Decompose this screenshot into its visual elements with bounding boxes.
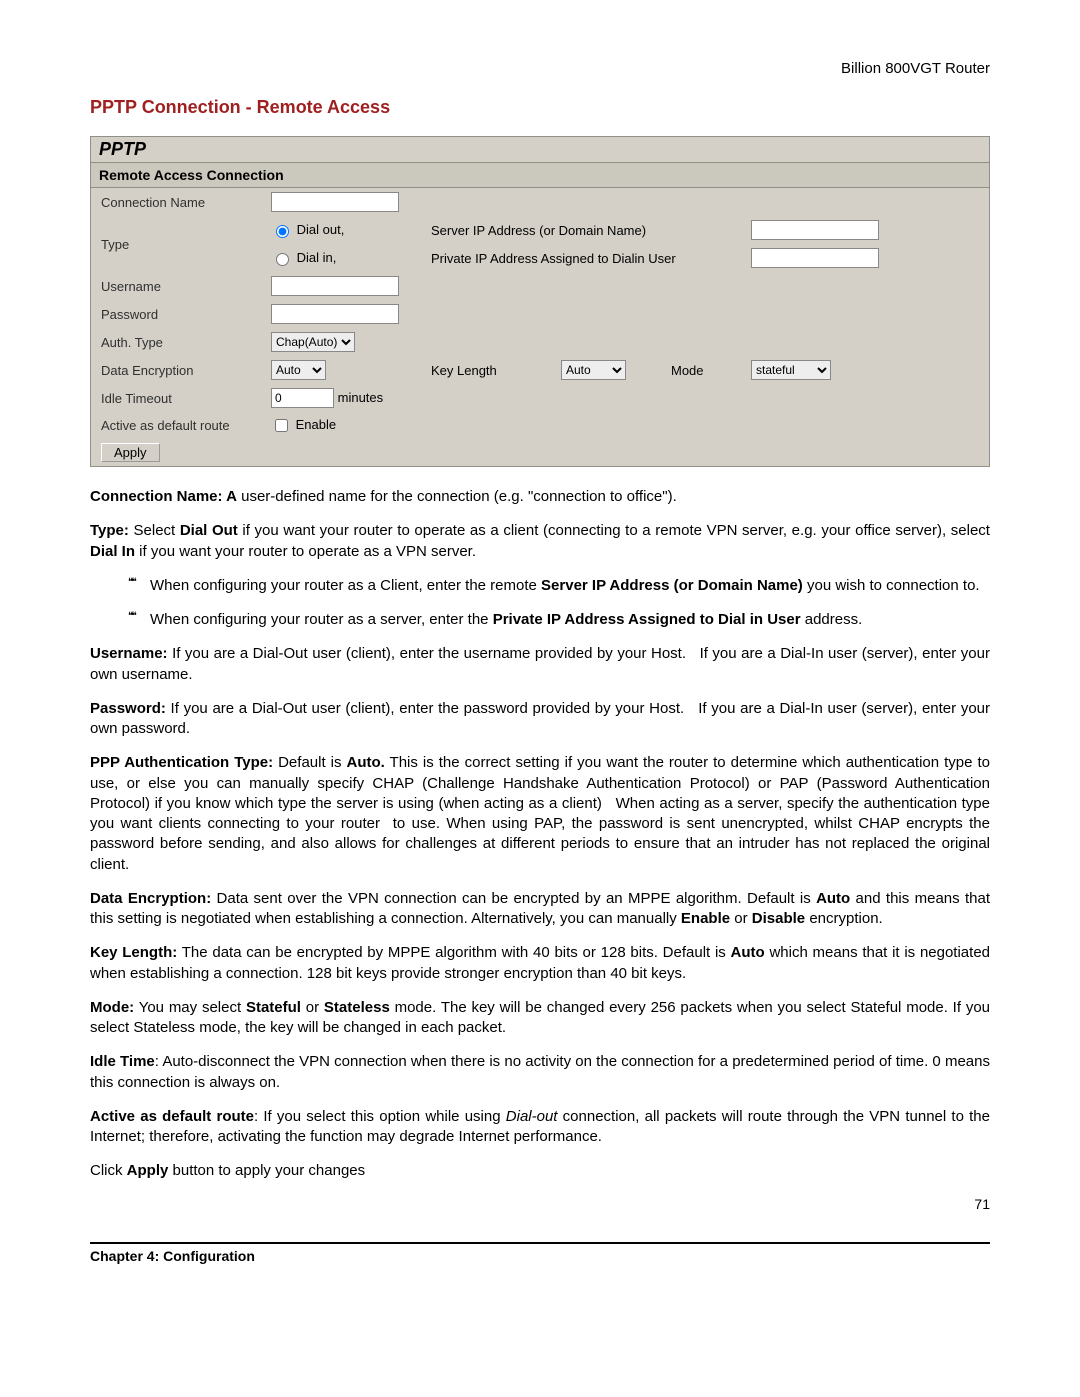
label-authtype: Auth. Type xyxy=(91,328,261,356)
label-type: Type xyxy=(91,216,261,272)
dial-out-radio[interactable] xyxy=(276,225,289,238)
pptp-panel: PPTP Remote Access Connection Connection… xyxy=(90,136,990,467)
username-input[interactable] xyxy=(271,276,399,296)
label-username: Username xyxy=(91,272,261,300)
label-private-ip: Private IP Address Assigned to Dialin Us… xyxy=(421,244,741,272)
enable-label: Enable xyxy=(296,417,336,432)
password-input[interactable] xyxy=(271,304,399,324)
label-mode: Mode xyxy=(661,356,741,384)
page-number: 71 xyxy=(90,1196,990,1212)
conn-name-input[interactable] xyxy=(271,192,399,212)
chapter-title: Chapter 4: Configuration xyxy=(90,1248,255,1264)
apply-button[interactable]: Apply xyxy=(101,443,160,462)
idle-input[interactable] xyxy=(271,388,334,408)
label-conn-name: Connection Name xyxy=(91,188,261,216)
mode-select[interactable]: stateful xyxy=(751,360,831,380)
minutes-label: minutes xyxy=(338,390,384,405)
description-text: Connection Name: A user-defined name for… xyxy=(90,487,990,1182)
label-password: Password xyxy=(91,300,261,328)
page-title: PPTP Connection - Remote Access xyxy=(90,97,990,118)
server-ip-input[interactable] xyxy=(751,220,879,240)
authtype-select[interactable]: Chap(Auto) xyxy=(271,332,355,352)
keylength-select[interactable]: Auto xyxy=(561,360,626,380)
dial-in-radio[interactable] xyxy=(276,253,289,266)
dataenc-select[interactable]: Auto xyxy=(271,360,326,380)
label-keylength: Key Length xyxy=(421,356,551,384)
label-idle: Idle Timeout xyxy=(91,384,261,412)
panel-title: PPTP xyxy=(91,137,989,163)
panel-subtitle: Remote Access Connection xyxy=(91,163,989,188)
enable-checkbox[interactable] xyxy=(275,419,288,432)
label-server-ip: Server IP Address (or Domain Name) xyxy=(421,216,741,244)
label-active: Active as default route xyxy=(91,412,261,439)
device-header: Billion 800VGT Router xyxy=(90,60,990,77)
dial-out-label: Dial out, xyxy=(297,222,345,237)
private-ip-input[interactable] xyxy=(751,248,879,268)
dial-in-label: Dial in, xyxy=(297,250,337,265)
label-dataenc: Data Encryption xyxy=(91,356,261,384)
